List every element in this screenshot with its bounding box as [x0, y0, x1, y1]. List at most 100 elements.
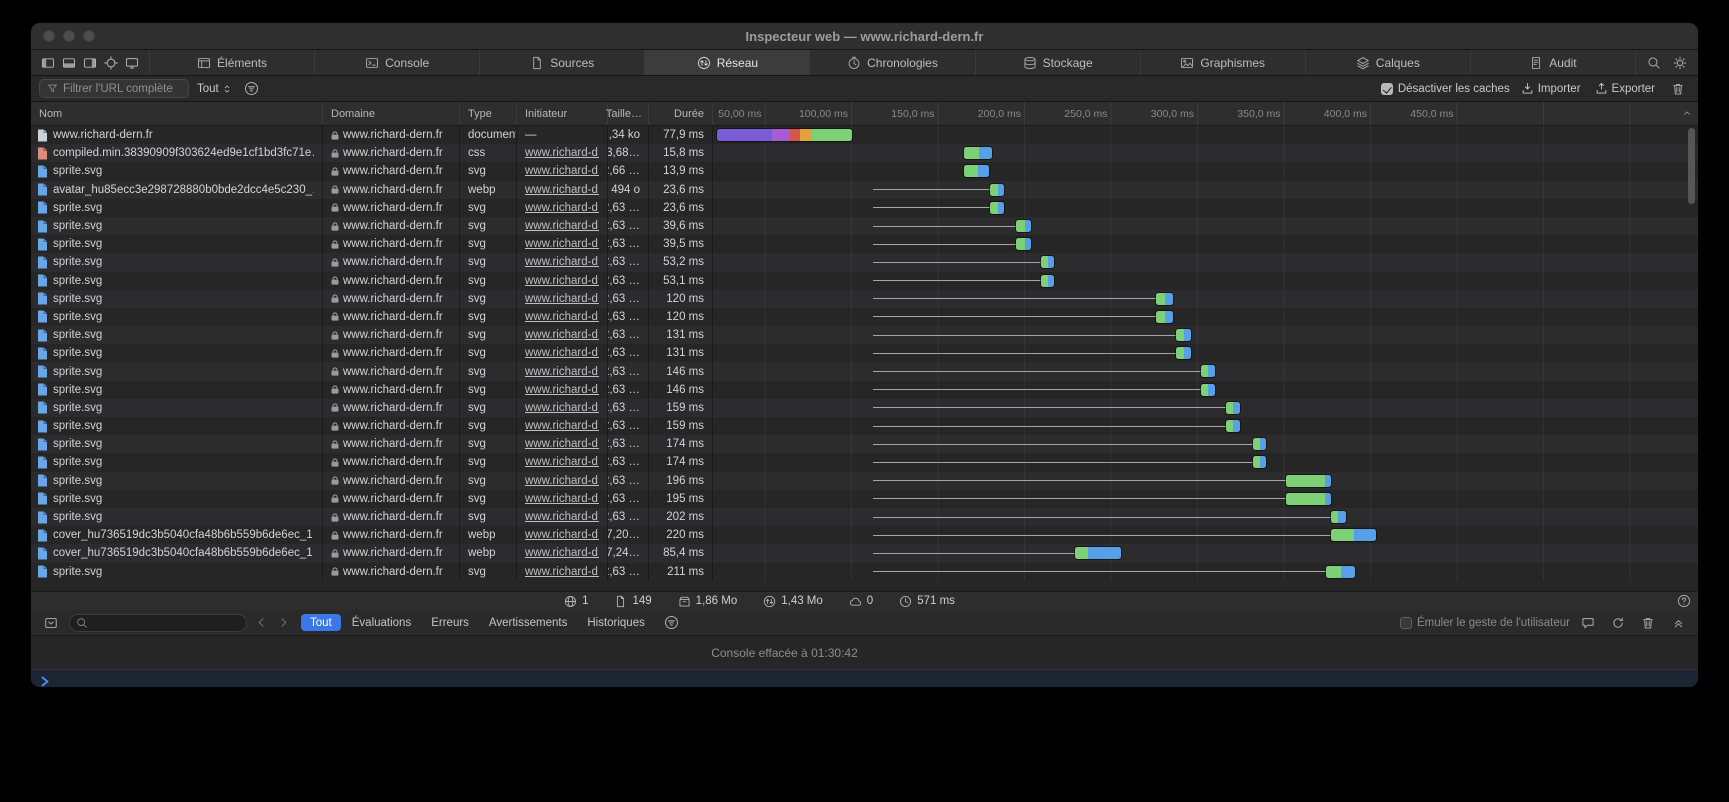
waterfall-bar[interactable]	[1201, 365, 1216, 377]
initiator-link[interactable]: www.richard-d…	[525, 529, 599, 541]
back-icon[interactable]	[253, 616, 269, 629]
network-row[interactable]: sprite.svgwww.richard-dern.frsvgwww.rich…	[31, 344, 1698, 362]
column-header-type[interactable]: Type	[460, 102, 517, 125]
initiator-link[interactable]: www.richard-d…	[525, 511, 599, 523]
initiator-link[interactable]: www.richard-d…	[525, 493, 599, 505]
help-icon[interactable]	[1677, 594, 1691, 608]
column-header-domaine[interactable]: Domaine	[323, 102, 460, 125]
filter-options-icon[interactable]	[240, 76, 264, 101]
network-row[interactable]: sprite.svgwww.richard-dern.frsvgwww.rich…	[31, 508, 1698, 526]
waterfall-bar[interactable]	[1226, 420, 1241, 432]
tab-reseau[interactable]: Réseau	[644, 50, 809, 75]
network-row[interactable]: sprite.svgwww.richard-dern.frsvgwww.rich…	[31, 435, 1698, 453]
network-row[interactable]: cover_hu736519dc3b5040cfa48b6b559b6de6ec…	[31, 526, 1698, 544]
network-row[interactable]: cover_hu736519dc3b5040cfa48b6b559b6de6ec…	[31, 544, 1698, 562]
forward-icon[interactable]	[275, 616, 291, 629]
initiator-link[interactable]: www.richard-d…	[525, 275, 599, 287]
network-row[interactable]: sprite.svgwww.richard-dern.frsvgwww.rich…	[31, 290, 1698, 308]
console-prompt[interactable]	[31, 670, 1698, 687]
network-row[interactable]: sprite.svgwww.richard-dern.frsvgwww.rich…	[31, 308, 1698, 326]
waterfall-bar[interactable]	[1331, 511, 1346, 523]
titlebar[interactable]: Inspecteur web — www.richard-dern.fr	[31, 23, 1698, 50]
tab-graphismes[interactable]: Graphismes	[1140, 50, 1305, 75]
network-row[interactable]: sprite.svgwww.richard-dern.frsvgwww.rich…	[31, 417, 1698, 435]
network-row[interactable]: www.richard-dern.frwww.richard-dern.frdo…	[31, 126, 1698, 144]
network-row[interactable]: sprite.svgwww.richard-dern.frsvgwww.rich…	[31, 253, 1698, 271]
waterfall-bar[interactable]	[1016, 238, 1031, 250]
initiator-link[interactable]: www.richard-d…	[525, 366, 599, 378]
network-row[interactable]: sprite.svgwww.richard-dern.frsvgwww.rich…	[31, 490, 1698, 508]
console-tab-2[interactable]: Erreurs	[422, 614, 478, 631]
waterfall-bar[interactable]	[990, 202, 1004, 214]
initiator-link[interactable]: www.richard-d…	[525, 475, 599, 487]
initiator-link[interactable]: www.richard-d…	[525, 165, 599, 177]
network-row[interactable]: sprite.svgwww.richard-dern.frsvgwww.rich…	[31, 563, 1698, 581]
tab-sources[interactable]: Sources	[479, 50, 644, 75]
tab-elements[interactable]: Éléments	[149, 50, 314, 75]
initiator-link[interactable]: www.richard-d…	[525, 147, 599, 159]
emulate-user-gesture-checkbox[interactable]: Émuler le geste de l'utilisateur	[1400, 617, 1570, 629]
status-clock[interactable]: 571 ms	[899, 595, 955, 608]
scrollbar-thumb[interactable]	[1688, 128, 1695, 204]
waterfall-bar[interactable]	[964, 165, 988, 177]
waterfall-bar[interactable]	[1176, 347, 1191, 359]
waterfall-bar[interactable]	[1156, 311, 1172, 323]
network-row[interactable]: sprite.svgwww.richard-dern.frsvgwww.rich…	[31, 217, 1698, 235]
initiator-link[interactable]: www.richard-d…	[525, 220, 599, 232]
initiator-link[interactable]: www.richard-d…	[525, 566, 599, 578]
waterfall-bar[interactable]	[1201, 384, 1216, 396]
network-row[interactable]: sprite.svgwww.richard-dern.frsvgwww.rich…	[31, 381, 1698, 399]
network-row[interactable]: avatar_hu85ecc3e298728880b0bde2dcc4e5c23…	[31, 181, 1698, 199]
console-tab-4[interactable]: Historiques	[578, 614, 654, 631]
console-messages-bubble-icon[interactable]	[1576, 610, 1600, 635]
waterfall-bar[interactable]	[1041, 275, 1055, 287]
initiator-link[interactable]: www.richard-d…	[525, 456, 599, 468]
initiator-link[interactable]: www.richard-d…	[525, 311, 599, 323]
status-cloud[interactable]: 0	[849, 595, 873, 608]
initiator-link[interactable]: www.richard-d…	[525, 256, 599, 268]
clear-network-trash-icon[interactable]	[1666, 76, 1690, 101]
search-icon[interactable]	[1642, 50, 1666, 75]
status-transfer[interactable]: 1,43 Mo	[763, 595, 823, 608]
console-refresh-icon[interactable]	[1606, 610, 1630, 635]
column-header-duree[interactable]: Durée	[649, 102, 713, 125]
tab-stockage[interactable]: Stockage	[975, 50, 1140, 75]
network-row[interactable]: sprite.svgwww.richard-dern.frsvgwww.rich…	[31, 362, 1698, 380]
waterfall-bar[interactable]	[1253, 438, 1266, 450]
minimize-button[interactable]	[63, 30, 75, 42]
console-trash-icon[interactable]	[1636, 610, 1660, 635]
initiator-link[interactable]: www.richard-d…	[525, 293, 599, 305]
initiator-link[interactable]: www.richard-d…	[525, 420, 599, 432]
disable-caches-checkbox[interactable]: Désactiver les caches	[1381, 83, 1510, 95]
initiator-link[interactable]: www.richard-d…	[525, 402, 599, 414]
status-page[interactable]: 149	[614, 595, 651, 608]
initiator-link[interactable]: www.richard-d…	[525, 238, 599, 250]
waterfall-bar[interactable]	[1253, 456, 1266, 468]
network-row[interactable]: sprite.svgwww.richard-dern.frsvgwww.rich…	[31, 199, 1698, 217]
url-filter-input[interactable]: Filtrer l'URL complète	[39, 79, 189, 98]
waterfall-bar[interactable]	[1075, 547, 1121, 559]
tab-calques[interactable]: Calques	[1305, 50, 1470, 75]
initiator-link[interactable]: www.richard-d…	[525, 329, 599, 341]
chevron-up-icon[interactable]	[1681, 107, 1693, 119]
panel-right-icon[interactable]	[83, 56, 97, 70]
waterfall-bar[interactable]	[717, 129, 852, 141]
initiator-link[interactable]: www.richard-d…	[525, 347, 599, 359]
network-row[interactable]: sprite.svgwww.richard-dern.frsvgwww.rich…	[31, 326, 1698, 344]
network-row[interactable]: sprite.svgwww.richard-dern.frsvgwww.rich…	[31, 472, 1698, 490]
zoom-button[interactable]	[83, 30, 95, 42]
network-row[interactable]: sprite.svgwww.richard-dern.frsvgwww.rich…	[31, 399, 1698, 417]
inspect-icon[interactable]	[104, 56, 118, 70]
network-row[interactable]: sprite.svgwww.richard-dern.frsvgwww.rich…	[31, 162, 1698, 180]
panel-left-icon[interactable]	[41, 56, 55, 70]
waterfall-bar[interactable]	[990, 184, 1004, 196]
console-tab-3[interactable]: Avertissements	[480, 614, 576, 631]
waterfall-bar[interactable]	[1286, 493, 1331, 505]
waterfall-bar[interactable]	[1041, 256, 1055, 268]
device-icon[interactable]	[125, 56, 139, 70]
network-row[interactable]: sprite.svgwww.richard-dern.frsvgwww.rich…	[31, 272, 1698, 290]
status-box[interactable]: 1,86 Mo	[678, 595, 738, 608]
waterfall-bar[interactable]	[1286, 475, 1331, 487]
waterfall-bar[interactable]	[964, 147, 992, 159]
close-button[interactable]	[43, 30, 55, 42]
